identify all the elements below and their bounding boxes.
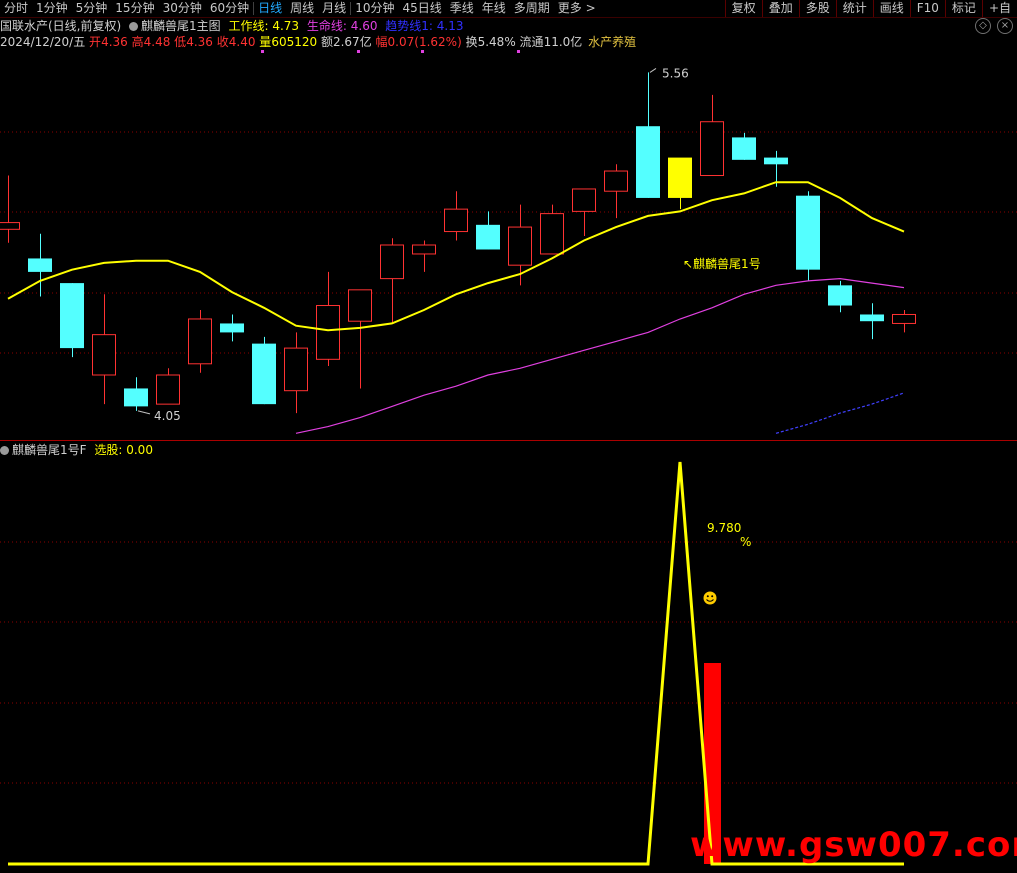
candle-body (28, 258, 52, 272)
smiley-eye (711, 595, 714, 598)
candle (60, 283, 84, 358)
candle-body (316, 305, 340, 360)
smiley-icon (703, 591, 717, 605)
candle-body (252, 343, 276, 405)
candle (92, 294, 116, 405)
candle (476, 211, 500, 250)
candle (380, 238, 404, 324)
candle-body (444, 208, 468, 233)
peak-unit-label: % (740, 535, 751, 549)
candle-body (92, 334, 116, 376)
candle-body (540, 213, 564, 255)
candle (124, 377, 148, 411)
candle (700, 94, 724, 177)
candle (348, 289, 372, 389)
signal-annotation: ↖麒麟兽尾1号 (683, 256, 761, 271)
candle-body (220, 323, 244, 333)
candle-body (508, 226, 532, 266)
watermark: www.gsw007.com (690, 825, 1017, 865)
candle (796, 191, 820, 281)
candle (0, 175, 20, 243)
candle (732, 132, 756, 160)
peak-value-label: 9.780 (707, 521, 741, 535)
candle (316, 271, 340, 367)
candle-body (284, 347, 308, 392)
event-dot (421, 50, 424, 53)
candle (828, 280, 852, 313)
low-marker (137, 410, 151, 415)
candle-body (476, 224, 500, 250)
candle-body (0, 222, 20, 230)
candle-body (60, 283, 84, 349)
candle-body (572, 188, 596, 212)
trend-line (775, 392, 905, 434)
candle-body (892, 313, 916, 324)
candle-body (668, 157, 692, 198)
candle-body (860, 314, 884, 322)
candle (156, 368, 180, 405)
candle-body (732, 137, 756, 160)
event-dot (517, 50, 520, 53)
candle-body (828, 285, 852, 306)
candle (892, 310, 916, 333)
candle-body (348, 289, 372, 322)
candle (860, 303, 884, 340)
low-label: 4.05 (154, 409, 181, 423)
event-dot (261, 50, 264, 53)
high-marker (649, 67, 657, 73)
candle (604, 164, 628, 219)
smiley-eye (706, 595, 709, 598)
candle (220, 314, 244, 342)
candle (668, 157, 692, 210)
candle (28, 233, 52, 297)
smiley-face (703, 591, 717, 605)
chart-canvas[interactable]: 5.56 4.05 ↖麒麟兽尾1号 9.780% www.gsw007.com (0, 0, 1017, 873)
candle (252, 336, 276, 405)
candle-body (380, 244, 404, 280)
candle-body (636, 126, 660, 198)
event-dot (357, 50, 360, 53)
candle-body (156, 374, 180, 405)
candle (412, 240, 436, 272)
candle (284, 332, 308, 414)
candle-body (764, 157, 788, 165)
candle-body (796, 195, 820, 270)
candle-body (124, 388, 148, 407)
select-line (8, 461, 904, 866)
candle-body (412, 244, 436, 255)
life-line (295, 277, 905, 434)
candle (188, 310, 212, 373)
candle-body (700, 121, 724, 177)
candle-body (188, 318, 212, 365)
candle (444, 191, 468, 241)
high-label: 5.56 (662, 66, 689, 80)
candle-body (604, 170, 628, 192)
candle (636, 72, 660, 198)
